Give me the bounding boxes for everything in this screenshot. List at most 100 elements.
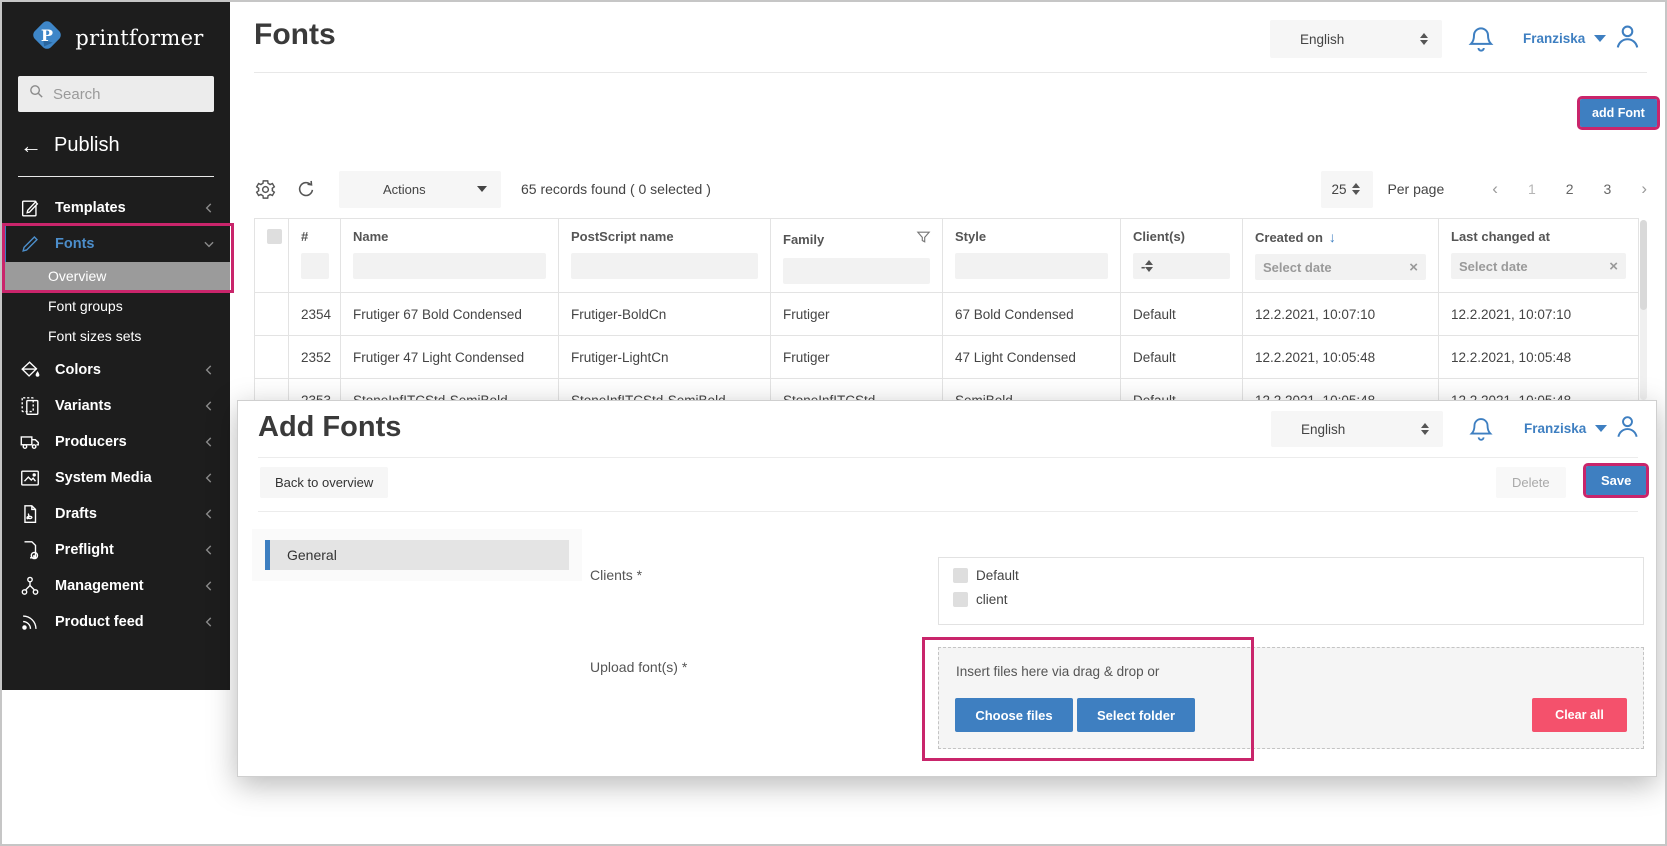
select-folder-button[interactable]: Select folder: [1077, 698, 1195, 732]
filter-input-family[interactable]: [783, 258, 930, 284]
notifications-bell-icon[interactable]: [1466, 23, 1496, 60]
row-select-cell: [254, 292, 289, 336]
clear-all-button[interactable]: Clear all: [1532, 698, 1627, 732]
client-checkbox[interactable]: [953, 592, 968, 607]
sidebar-search[interactable]: [18, 76, 214, 112]
user-caret-icon[interactable]: [1595, 425, 1607, 432]
pager-prev-icon[interactable]: ‹: [1492, 179, 1498, 199]
sidebar-subitem-font-groups[interactable]: Font groups: [2, 292, 230, 320]
cell-clients: Default: [1120, 292, 1243, 336]
back-to-overview-button[interactable]: Back to overview: [260, 467, 389, 498]
filter-funnel-icon[interactable]: [915, 229, 932, 249]
truck-icon: [18, 431, 42, 453]
svg-text:P: P: [41, 26, 53, 45]
sidebar-item-drafts[interactable]: Drafts: [2, 496, 230, 532]
column-label: PostScript name: [571, 229, 770, 244]
per-page-select[interactable]: 25: [1321, 170, 1374, 208]
table-row[interactable]: 2352 Frutiger 47 Light Condensed Frutiger-…: [254, 335, 1639, 379]
clear-date-icon[interactable]: ×: [1609, 258, 1618, 275]
sidebar-item-system-media[interactable]: System Media: [2, 460, 230, 496]
table-toolbar: Actions 65 records found ( 0 selected ) …: [254, 170, 1647, 208]
pager-page-3[interactable]: 3: [1604, 181, 1612, 197]
chevron-left-icon: [202, 507, 216, 521]
date-filter-placeholder: Select date: [1459, 258, 1528, 274]
sort-desc-icon[interactable]: ↓: [1329, 229, 1336, 245]
filter-input-name[interactable]: [353, 253, 546, 279]
select-arrows-icon: [1420, 33, 1428, 45]
tab-general[interactable]: General: [265, 540, 569, 570]
gear-icon[interactable]: [254, 178, 277, 201]
table-row[interactable]: 2354 Frutiger 67 Bold Condensed Frutiger-B…: [254, 292, 1639, 336]
user-avatar-icon[interactable]: [1613, 412, 1642, 446]
language-select[interactable]: English: [1270, 20, 1442, 58]
language-select[interactable]: English: [1271, 411, 1443, 447]
filter-input-style[interactable]: [955, 253, 1108, 279]
sidebar-item-label: System Media: [55, 470, 152, 486]
choose-files-button[interactable]: Choose files: [955, 698, 1073, 732]
cell-postscript: Frutiger-LightCn: [558, 335, 771, 379]
notifications-bell-icon[interactable]: [1467, 414, 1495, 449]
user-menu[interactable]: Franziska: [1524, 421, 1586, 436]
back-to-publish[interactable]: ← Publish: [20, 134, 120, 157]
paint-bucket-icon: [18, 359, 42, 381]
actions-dropdown[interactable]: Actions: [339, 170, 501, 208]
cell-changed: 12.2.2021, 10:07:10: [1438, 292, 1639, 336]
add-font-button[interactable]: add Font: [1577, 96, 1660, 130]
refresh-icon[interactable]: [295, 178, 317, 200]
column-label: Created on ↓: [1255, 229, 1438, 245]
app-window: P printformer ← Publish Templates Fonts Ov…: [0, 0, 1667, 846]
pager-page-2[interactable]: 2: [1566, 181, 1574, 197]
pager-next-icon[interactable]: ›: [1641, 179, 1647, 199]
save-button[interactable]: Save: [1582, 463, 1650, 498]
cell-id: 2354: [288, 292, 341, 336]
sidebar-item-colors[interactable]: Colors: [2, 352, 230, 388]
select-all-checkbox[interactable]: [267, 229, 282, 244]
user-caret-icon[interactable]: [1594, 35, 1606, 42]
delete-button[interactable]: Delete: [1496, 467, 1566, 498]
column-header-id: #: [288, 218, 341, 293]
select-arrows-icon: [1145, 260, 1154, 272]
table-scrollbar[interactable]: [1640, 220, 1647, 400]
modal-divider: [258, 457, 1638, 458]
row-select-cell: [254, 335, 289, 379]
user-menu[interactable]: Franziska: [1523, 31, 1585, 46]
user-avatar-icon[interactable]: [1612, 21, 1643, 57]
column-label: #: [301, 229, 340, 244]
printformer-logo[interactable]: P printformer: [2, 2, 230, 59]
sidebar-subitem-overview[interactable]: Overview: [2, 262, 230, 290]
sidebar-item-fonts[interactable]: Fonts: [2, 226, 230, 262]
sidebar-item-management[interactable]: Management: [2, 568, 230, 604]
chevron-left-icon: [202, 615, 216, 629]
records-count: 65 records found ( 0 selected ): [521, 181, 711, 197]
select-arrows-icon: [1421, 423, 1429, 435]
sidebar-item-label: Fonts: [55, 236, 95, 252]
sidebar-item-label: Producers: [55, 434, 127, 450]
cell-created: 12.2.2021, 10:07:10: [1242, 292, 1439, 336]
column-header-clients: Client(s) -: [1120, 218, 1243, 293]
sidebar-item-templates[interactable]: Templates: [2, 190, 230, 226]
cell-family: Frutiger: [770, 335, 943, 379]
client-checkbox[interactable]: [953, 568, 968, 583]
date-filter-changed[interactable]: Select date ×: [1451, 253, 1626, 279]
sidebar-item-product-feed[interactable]: Product feed: [2, 604, 230, 640]
column-label-text: Created on: [1255, 229, 1323, 245]
sidebar-subitem-font-sizes-sets[interactable]: Font sizes sets: [2, 322, 230, 350]
date-filter-created[interactable]: Select date ×: [1255, 254, 1426, 280]
search-input[interactable]: [53, 85, 204, 103]
modal-tabs-panel: General: [252, 529, 582, 581]
sidebar-item-preflight[interactable]: Preflight: [2, 532, 230, 568]
search-icon: [28, 83, 45, 105]
sidebar-item-label: Colors: [55, 362, 101, 378]
filter-input-id[interactable]: [301, 253, 329, 279]
sidebar-item-variants[interactable]: Variants: [2, 388, 230, 424]
pagination: ‹ 1 2 3 ›: [1492, 179, 1647, 199]
filter-select-clients[interactable]: -: [1133, 253, 1230, 279]
printformer-logo-icon: P: [28, 16, 66, 59]
per-page-label: Per page: [1387, 181, 1445, 197]
upload-dropzone[interactable]: Insert files here via drag & drop or Cho…: [938, 647, 1644, 749]
filter-input-postscript[interactable]: [571, 253, 758, 279]
clear-date-icon[interactable]: ×: [1409, 259, 1418, 276]
pager-page-1[interactable]: 1: [1528, 181, 1536, 197]
select-arrows-icon: [1352, 183, 1361, 195]
sidebar-item-producers[interactable]: Producers: [2, 424, 230, 460]
